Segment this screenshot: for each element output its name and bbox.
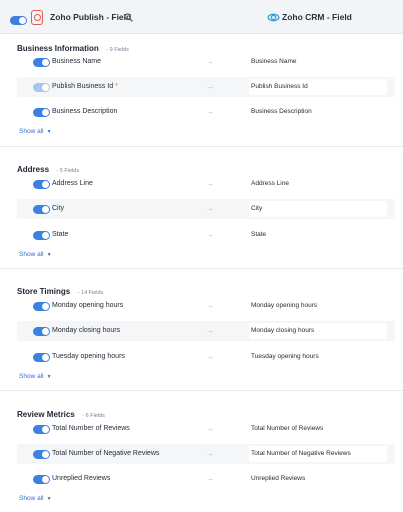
source-field-label: State [52, 231, 69, 238]
target-field-label[interactable]: Unreplied Reviews [251, 475, 305, 482]
source-field-label: City [52, 205, 65, 212]
arrow-right-icon: → [206, 449, 214, 458]
zoho-publish-logo-icon [31, 10, 43, 25]
target-field-label[interactable]: Business Name [251, 58, 297, 65]
show-all-link[interactable]: Show all ▼ [19, 251, 52, 258]
field-toggle[interactable] [33, 302, 50, 311]
field-toggle[interactable] [33, 58, 50, 67]
source-field-label: Total Number of Negative Reviews [52, 450, 160, 457]
section-title: Address [17, 165, 50, 174]
field-toggle[interactable] [33, 180, 50, 189]
field-mapping-row: Business Description → Business Descript… [17, 102, 395, 122]
field-toggle[interactable] [33, 450, 50, 459]
search-icon[interactable] [124, 13, 133, 22]
arrow-right-icon: → [206, 107, 214, 116]
arrow-right-icon: → [206, 204, 214, 213]
arrow-right-icon: → [206, 82, 214, 91]
target-field-label[interactable]: Address Line [251, 180, 289, 187]
caret-down-icon: ▼ [46, 374, 52, 380]
field-toggle[interactable] [33, 353, 50, 362]
source-field-label: Business Name [52, 58, 102, 65]
source-field-label: Unreplied Reviews [52, 475, 111, 482]
arrow-right-icon: → [206, 474, 214, 483]
field-mapping-row: Business Name → Business Name [17, 52, 395, 72]
field-mapping-row: Monday closing hours → Monday closing ho… [17, 321, 395, 341]
arrow-right-icon: → [206, 179, 214, 188]
caret-down-icon: ▼ [46, 129, 52, 135]
arrow-right-icon: → [206, 230, 214, 239]
field-mapping-row: Unreplied Reviews → Unreplied Reviews [17, 469, 395, 489]
field-toggle [33, 83, 50, 92]
field-mapping-row: Total Number of Reviews → Total Number o… [17, 419, 395, 439]
target-field-label[interactable]: Monday closing hours [251, 327, 314, 334]
section-title: Review Metrics [17, 410, 75, 419]
field-mapping-row: Total Number of Negative Reviews → Total… [17, 444, 395, 464]
arrow-right-icon: → [206, 424, 214, 433]
section-divider [0, 390, 403, 391]
source-field-label: Monday closing hours [52, 327, 121, 334]
show-all-link[interactable]: Show all ▼ [19, 373, 52, 380]
master-toggle[interactable] [10, 16, 27, 25]
field-toggle[interactable] [33, 327, 50, 336]
field-toggle[interactable] [33, 475, 50, 484]
section-title: Store Timings [17, 287, 71, 296]
arrow-right-icon: → [206, 301, 214, 310]
field-mapping-row: City → City [17, 199, 395, 219]
target-field-label[interactable]: Monday opening hours [251, 302, 317, 309]
source-app-title: Zoho Publish - Field [50, 12, 132, 22]
source-field-label: Business Description [52, 108, 118, 115]
field-toggle[interactable] [33, 205, 50, 214]
target-app-title: Zoho CRM - Field [282, 12, 352, 22]
required-marker: * [115, 83, 118, 90]
arrow-right-icon: → [206, 352, 214, 361]
target-field-label[interactable]: Business Description [251, 108, 312, 115]
target-field-label[interactable]: Tuesday opening hours [251, 353, 319, 360]
field-mapping-row: Tuesday opening hours → Tuesday opening … [17, 347, 395, 367]
source-field-label: Tuesday opening hours [52, 353, 125, 360]
section-divider [0, 146, 403, 147]
field-mapping-row: Address Line → Address Line [17, 174, 395, 194]
target-field-label[interactable]: Publish Business Id [251, 83, 308, 90]
section-divider [0, 268, 403, 269]
source-field-label: Publish Business Id * [52, 83, 118, 90]
show-all-link[interactable]: Show all ▼ [19, 128, 52, 135]
field-mapping-row: State → State [17, 225, 395, 245]
field-mapping-row: Publish Business Id * → Publish Business … [17, 77, 395, 97]
arrow-right-icon: → [206, 326, 214, 335]
field-toggle[interactable] [33, 108, 50, 117]
field-toggle[interactable] [33, 231, 50, 240]
source-field-label: Total Number of Reviews [52, 425, 130, 432]
target-field-label[interactable]: State [251, 231, 266, 238]
source-field-label: Address Line [52, 180, 93, 187]
caret-down-icon: ▼ [46, 252, 52, 258]
zoho-crm-logo-icon [267, 13, 280, 22]
source-field-label: Monday opening hours [52, 302, 124, 309]
target-field-label[interactable]: Total Number of Reviews [251, 425, 323, 432]
target-field-label[interactable]: Total Number of Negative Reviews [251, 450, 351, 457]
target-field-select[interactable] [249, 201, 387, 217]
field-toggle[interactable] [33, 425, 50, 434]
mapping-header: Zoho Publish - Field Zoho CRM - Field [0, 0, 403, 34]
field-mapping-row: Monday opening hours → Monday opening ho… [17, 296, 395, 316]
target-field-label[interactable]: City [251, 205, 262, 212]
arrow-right-icon: → [206, 57, 214, 66]
show-all-link[interactable]: Show all ▼ [19, 495, 52, 502]
caret-down-icon: ▼ [46, 496, 52, 502]
